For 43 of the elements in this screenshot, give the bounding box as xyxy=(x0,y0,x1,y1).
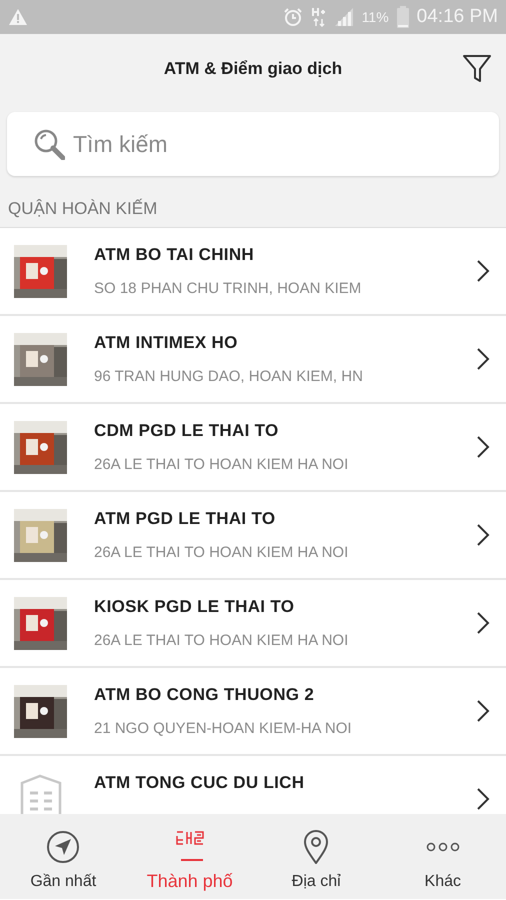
location-pin-icon xyxy=(302,830,330,864)
city-icon xyxy=(174,830,205,862)
list-item[interactable]: ATM BO TAI CHINH SO 18 PHAN CHU TRINH, HOAN KIEM xyxy=(0,228,506,316)
list-item[interactable]: CDM PGD LE THAI TO 26A LE THAI TO HOAN KIEM HA NOI xyxy=(0,404,506,492)
tab[interactable]: Thành phố xyxy=(126,814,253,899)
location-address: 96 TRAN HUNG DAO, HOAN KIEM, HN xyxy=(94,366,364,386)
location-name: ATM BO CONG THUONG 2 xyxy=(94,684,316,706)
chevron-right-icon xyxy=(475,523,490,547)
location-address: 26A LE THAI TO HOAN KIEM HA NOI xyxy=(94,630,350,650)
warning-icon xyxy=(8,7,28,27)
search-icon xyxy=(33,128,65,160)
location-name: ATM TONG CUC DU LICH xyxy=(94,772,306,794)
more-icon xyxy=(426,842,460,852)
location-address: 21 NGO QUYEN-HOAN KIEM-HA NOI xyxy=(94,718,353,738)
signal-icon xyxy=(334,7,354,27)
search-field[interactable]: Tìm kiếm xyxy=(7,112,499,176)
location-name: ATM INTIMEX HO xyxy=(94,332,239,354)
data-network-icon xyxy=(310,7,326,27)
tab[interactable]: Khác xyxy=(380,814,506,899)
location-address: 26A LE THAI TO HOAN KIEM HA NOI xyxy=(94,454,350,474)
chevron-right-icon xyxy=(475,787,490,811)
filter-icon[interactable] xyxy=(462,54,492,84)
chevron-right-icon xyxy=(475,435,490,459)
list-item[interactable]: ATM BO CONG THUONG 2 21 NGO QUYEN-HOAN KIEM-HA NOI xyxy=(0,668,506,756)
location-name: CDM PGD LE THAI TO xyxy=(94,420,280,442)
list-item[interactable]: ATM INTIMEX HO 96 TRAN HUNG DAO, HOAN KIEM, HN xyxy=(0,316,506,404)
chevron-right-icon xyxy=(475,259,490,283)
alarm-icon xyxy=(282,7,303,27)
location-name: ATM BO TAI CHINH xyxy=(94,244,255,266)
chevron-right-icon xyxy=(475,611,490,635)
location-name: KIOSK PGD LE THAI TO xyxy=(94,596,296,618)
battery-icon xyxy=(396,6,409,28)
location-address: 26A LE THAI TO HOAN KIEM HA NOI xyxy=(94,542,350,562)
chevron-right-icon xyxy=(475,347,490,371)
list-item[interactable]: KIOSK PGD LE THAI TO 26A LE THAI TO HOAN KIEM HA NOI xyxy=(0,580,506,668)
tab[interactable]: Gần nhất xyxy=(0,814,126,899)
section-heading: QUẬN HOÀN KIẾM xyxy=(8,199,158,218)
location-address: SO 18 PHAN CHU TRINH, HOAN KIEM xyxy=(94,278,362,298)
screen-title: ATM & Điểm giao dịch xyxy=(164,58,342,80)
tab[interactable]: Địa chỉ xyxy=(253,814,380,899)
chevron-right-icon xyxy=(475,699,490,723)
location-name: ATM PGD LE THAI TO xyxy=(94,508,276,530)
list-item[interactable]: ATM PGD LE THAI TO 26A LE THAI TO HOAN KIEM HA NOI xyxy=(0,492,506,580)
